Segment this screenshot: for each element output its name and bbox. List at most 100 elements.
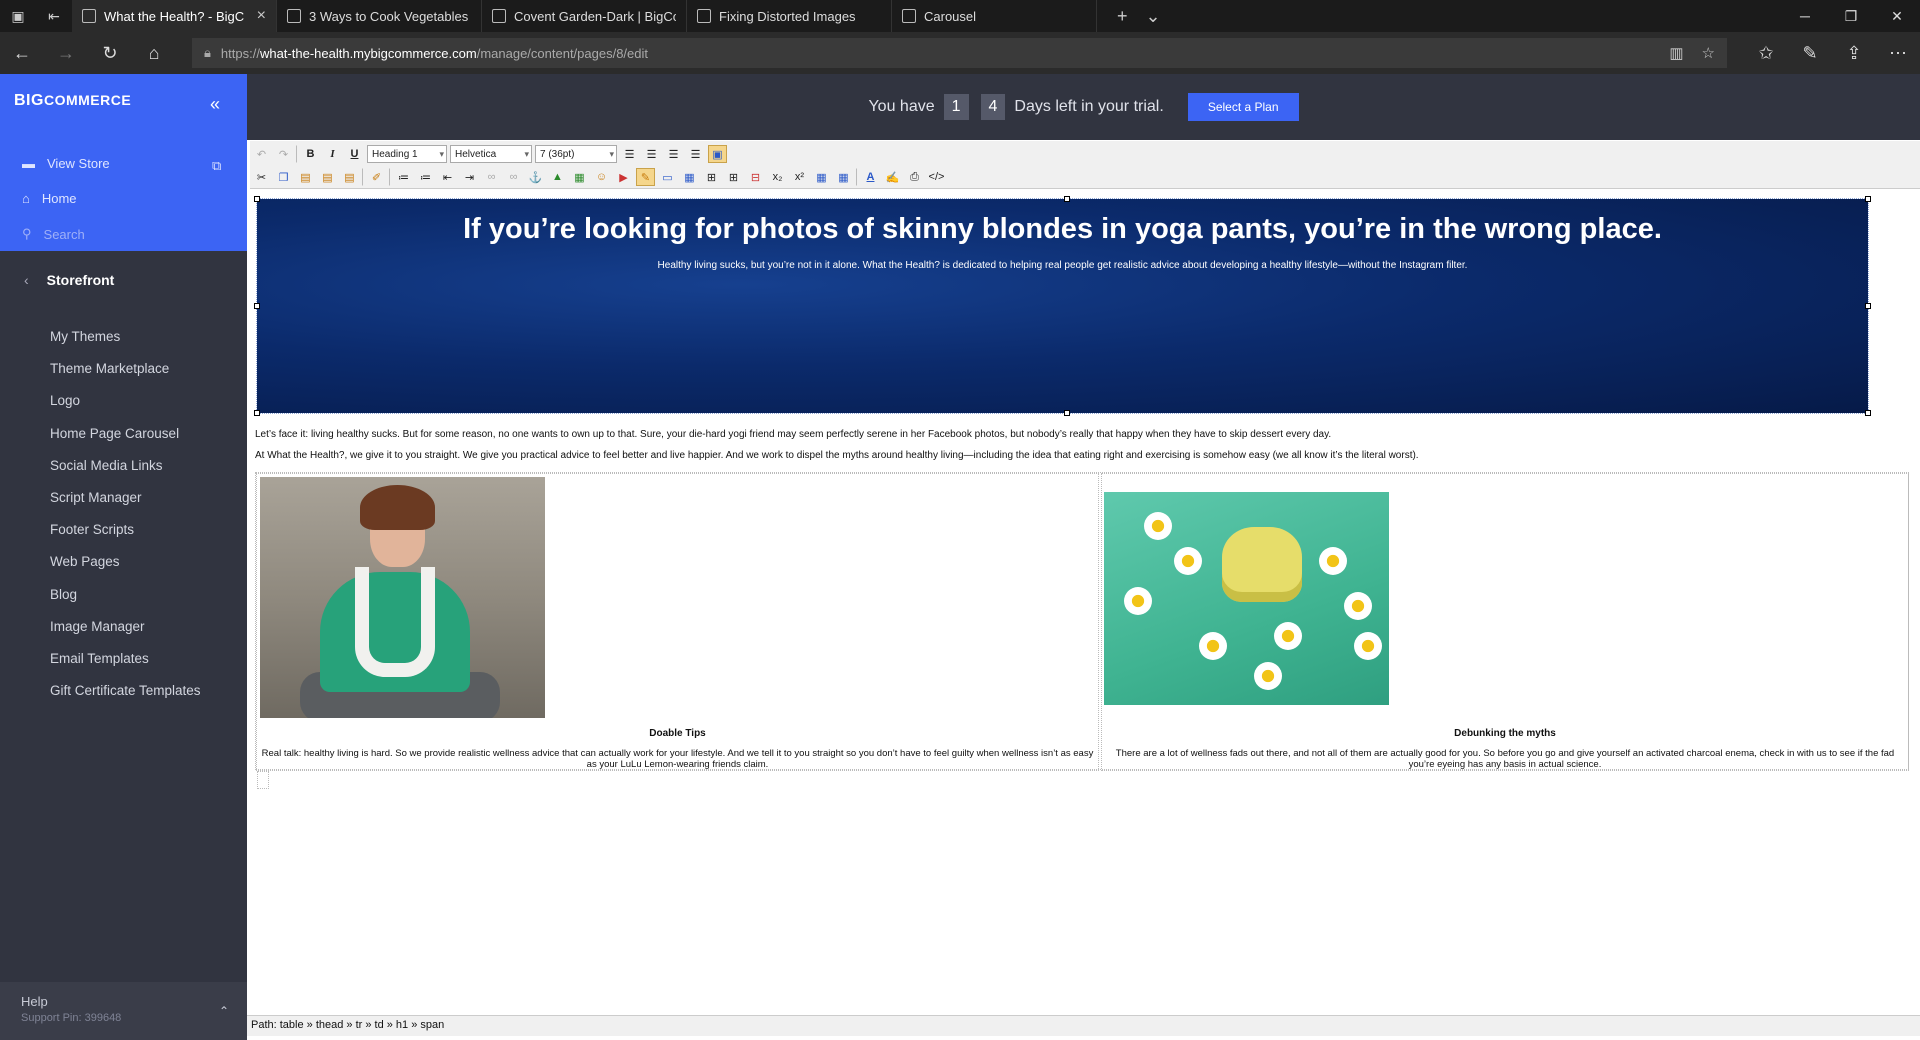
italic-button[interactable]: I (323, 145, 342, 163)
align-left-icon[interactable]: ☰ (620, 145, 639, 163)
restore-icon[interactable]: ❐ (1828, 0, 1874, 32)
delete-row-icon[interactable]: ⊟ (746, 168, 765, 186)
outdent-icon[interactable]: ⇤ (438, 168, 457, 186)
html-source-icon[interactable]: </> (927, 168, 946, 186)
align-justify-icon[interactable]: ☰ (686, 145, 705, 163)
column-text[interactable]: Real talk: healthy living is hard. So we… (261, 748, 1094, 770)
resize-handle[interactable] (254, 303, 260, 309)
help-panel[interactable]: Help Support Pin: 399648 ⌃ (0, 982, 247, 1040)
chevron-up-icon[interactable]: ⌃ (219, 1004, 229, 1018)
paste-icon[interactable]: ▤ (296, 168, 315, 186)
favorites-icon[interactable]: ✩ (1744, 32, 1788, 74)
browser-tab[interactable]: Carousel (892, 0, 1097, 32)
subscript-icon[interactable]: x₂ (768, 168, 787, 186)
sidebar-item[interactable]: Gift Certificate Templates (50, 683, 201, 715)
reading-view-icon[interactable]: ▥ (1669, 44, 1683, 62)
sidebar-section-storefront[interactable]: ‹ Storefront (24, 272, 114, 288)
column-title[interactable]: Debunking the myths (1102, 728, 1908, 739)
editor-content[interactable]: If you’re looking for photos of skinny b… (250, 190, 1920, 1016)
media-icon[interactable]: ▦ (570, 168, 589, 186)
font-select[interactable]: Helvetica (450, 145, 532, 163)
column-text[interactable]: There are a lot of wellness fads out the… (1106, 748, 1904, 770)
new-tab-icon[interactable]: + (1117, 6, 1128, 27)
browser-tab[interactable]: Covent Garden-Dark | BigCo (482, 0, 687, 32)
column-title[interactable]: Doable Tips (257, 728, 1098, 739)
sidebar-item[interactable]: Home Page Carousel (50, 426, 201, 458)
superscript-icon[interactable]: x² (790, 168, 809, 186)
intro-paragraph[interactable]: Let’s face it: living healthy sucks. But… (255, 429, 1331, 440)
sidebar-item[interactable]: Theme Marketplace (50, 361, 201, 393)
underline-button[interactable]: U (345, 145, 364, 163)
sidebar-item[interactable]: Footer Scripts (50, 522, 201, 554)
intro-paragraph[interactable]: At What the Health?, we give it to you s… (255, 450, 1419, 461)
cut-icon[interactable]: ✂ (252, 168, 271, 186)
browser-tab[interactable]: 3 Ways to Cook Vegetables (277, 0, 482, 32)
print-icon[interactable]: ⎙ (905, 168, 924, 186)
view-store-link[interactable]: ▬ View Store (22, 156, 110, 171)
tab-actions-icon[interactable]: ▣ (0, 0, 36, 32)
resize-handle[interactable] (1865, 303, 1871, 309)
insert-row-icon[interactable]: ⊞ (702, 168, 721, 186)
close-icon[interactable]: × (257, 7, 266, 25)
cream-jar-image[interactable] (1104, 492, 1389, 705)
edit-html-icon[interactable]: ✎ (636, 168, 655, 186)
url-field[interactable]: 🔒︎ https://what-the-health.mybigcommerce… (192, 38, 1727, 68)
favorite-star-icon[interactable]: ☆ (1702, 44, 1715, 62)
indent-icon[interactable]: ⇥ (460, 168, 479, 186)
content-table[interactable]: Doable Tips Real talk: healthy living is… (255, 472, 1909, 771)
emoticon-icon[interactable]: ☺ (592, 168, 611, 186)
sidebar-item[interactable]: Blog (50, 587, 201, 619)
paste-text-icon[interactable]: ▤ (318, 168, 337, 186)
resize-handle[interactable] (1064, 196, 1070, 202)
table-icon[interactable]: ▦ (680, 168, 699, 186)
link-icon[interactable]: ∞ (482, 168, 501, 186)
numbered-list-icon[interactable]: ≔ (416, 168, 435, 186)
bullet-list-icon[interactable]: ≔ (394, 168, 413, 186)
resize-handle[interactable] (254, 410, 260, 416)
sidebar-item[interactable]: Social Media Links (50, 458, 201, 490)
hero-banner[interactable]: If you’re looking for photos of skinny b… (256, 198, 1869, 414)
more-icon[interactable]: ⋯ (1876, 32, 1920, 74)
external-link-icon[interactable]: ⧉ (212, 158, 221, 174)
insert-column-icon[interactable]: ⊞ (724, 168, 743, 186)
paste-word-icon[interactable]: ▤ (340, 168, 359, 186)
pen-icon[interactable]: ✎ (1788, 32, 1832, 74)
bold-button[interactable]: B (301, 145, 320, 163)
sidebar-item[interactable]: Email Templates (50, 651, 201, 683)
sidebar-item[interactable]: Image Manager (50, 619, 201, 651)
woman-resting-image[interactable] (260, 477, 545, 718)
close-window-icon[interactable]: ✕ (1874, 0, 1920, 32)
home-icon[interactable]: ⌂ (132, 32, 176, 74)
back-icon[interactable]: ← (0, 32, 44, 74)
hero-subheading[interactable]: Healthy living sucks, but you’re not in … (257, 260, 1868, 271)
select-plan-button[interactable]: Select a Plan (1187, 93, 1299, 121)
table-props-icon[interactable]: ▦ (812, 168, 831, 186)
align-center-icon[interactable]: ☰ (642, 145, 661, 163)
undo-icon[interactable]: ↶ (252, 145, 271, 163)
resize-handle[interactable] (1064, 410, 1070, 416)
horizontal-rule-icon[interactable]: ▭ (658, 168, 677, 186)
chevron-down-icon[interactable]: ⌄ (1146, 6, 1161, 27)
resize-handle[interactable] (1865, 196, 1871, 202)
fullscreen-icon[interactable]: ▣ (708, 145, 727, 163)
anchor-icon[interactable]: ⚓ (526, 168, 545, 186)
align-right-icon[interactable]: ☰ (664, 145, 683, 163)
set-aside-tabs-icon[interactable]: ⇤ (36, 0, 72, 32)
unlink-icon[interactable]: ∞ (504, 168, 523, 186)
image-icon[interactable]: ▲ (548, 168, 567, 186)
home-link[interactable]: ⌂ Home (22, 191, 77, 206)
cell-props-icon[interactable]: ▦ (834, 168, 853, 186)
sidebar-item[interactable]: Logo (50, 393, 201, 425)
table-cell[interactable]: Debunking the myths There are a lot of w… (1101, 473, 1909, 771)
minimize-icon[interactable]: ─ (1782, 0, 1828, 32)
sidebar-item[interactable]: My Themes (50, 329, 201, 361)
bigcommerce-logo[interactable]: BIGCOMMERCE (14, 92, 131, 110)
table-cell[interactable]: Doable Tips Real talk: healthy living is… (256, 473, 1099, 771)
share-icon[interactable]: ⇪ (1832, 32, 1876, 74)
sidebar-item[interactable]: Web Pages (50, 554, 201, 586)
text-color-icon[interactable]: A (861, 168, 880, 186)
refresh-icon[interactable]: ↻ (88, 32, 132, 74)
browser-tab[interactable]: What the Health? - BigC × (72, 0, 277, 32)
resize-handle[interactable] (254, 196, 260, 202)
sidebar-search[interactable]: ⚲ Search (22, 226, 85, 242)
